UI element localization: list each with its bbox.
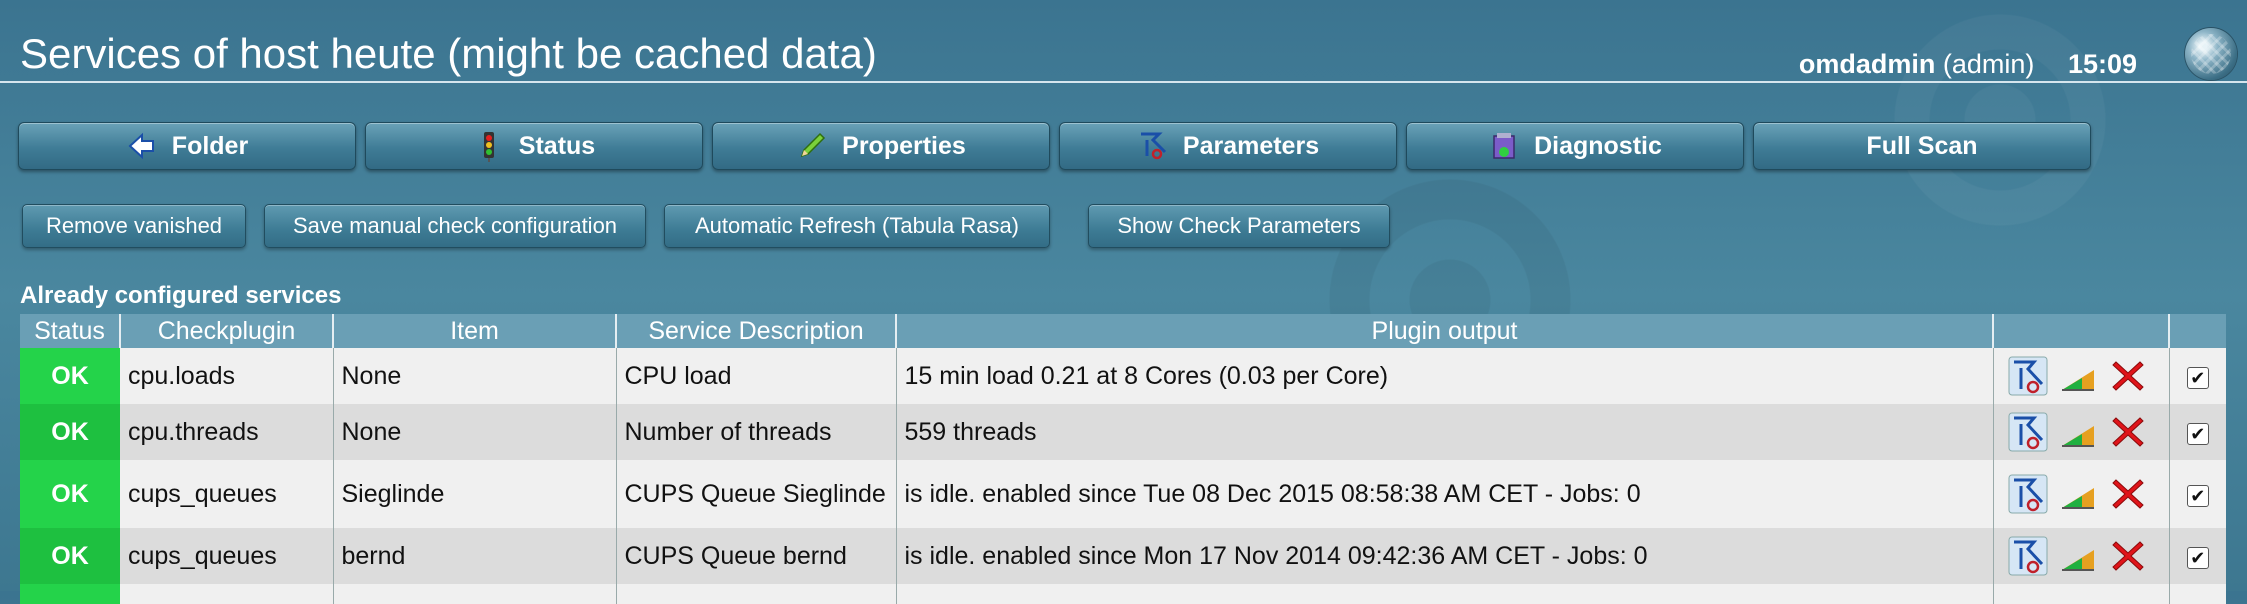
row-select-cell: ✔ [2169,528,2226,584]
delete-icon[interactable] [2108,356,2148,396]
item-cell: None [333,348,617,404]
table-header-row: Status Checkplugin Item Service Descript… [20,314,2226,348]
row-select-cell: ✔ [2169,348,2226,404]
section-title: Already configured services [20,282,342,309]
col-plugin-output[interactable]: Plugin output [896,314,1994,348]
table-row: OK cups_queues Sieglinde CUPS Queue Sieg… [20,460,2226,528]
folder-button-label: Folder [171,131,249,160]
description-cell: Number of threads [616,404,897,460]
header-divider [0,81,2247,83]
full-scan-button[interactable]: Full Scan [1753,122,2091,170]
rulesets-icon[interactable] [2008,356,2048,396]
col-actions [1993,314,2170,348]
delete-icon[interactable] [2108,536,2148,576]
user-role: (admin) [1942,49,2035,79]
col-status[interactable]: Status [20,314,121,348]
table-row: OK cpu.loads None CPU load 15 min load 0… [20,348,2226,404]
automatic-refresh-button[interactable]: Automatic Refresh (Tabula Rasa) [664,204,1050,248]
checkplugin-cell: cpu.loads [120,348,334,404]
row-checkbox[interactable]: ✔ [2186,546,2209,569]
back-arrow-icon [128,132,154,160]
row-select-cell: ✔ [2169,404,2226,460]
row-select-cell: ✔ [2169,460,2226,528]
diagnostic-button-label: Diagnostic [1534,131,1662,160]
save-manual-check-button[interactable]: Save manual check configuration [264,204,646,248]
perfometer-icon[interactable] [2058,536,2098,576]
status-cell: OK [20,404,120,460]
user-info: omdadmin (admin) 15:09 [1799,49,2137,80]
table-row: OK cpu.threads None Number of threads 55… [20,404,2226,460]
status-cell: OK [20,460,120,528]
plugin-output-cell: is idle. enabled since Tue 08 Dec 2015 0… [896,460,1994,528]
properties-button[interactable]: Properties [712,122,1050,170]
checkplugin-cell: cpu.threads [120,404,334,460]
table-row [20,584,2226,604]
pencil-icon [800,132,826,158]
page-header: Services of host heute (might be cached … [0,0,2247,83]
services-table: Status Checkplugin Item Service Descript… [20,314,2226,604]
status-cell: OK [20,528,120,584]
plugin-output-cell: 15 min load 0.21 at 8 Cores (0.03 per Co… [896,348,1994,404]
description-cell: CUPS Queue bernd [616,528,897,584]
page-title: Services of host heute (might be cached … [20,30,877,77]
parameters-button-label: Parameters [1182,131,1320,160]
item-cell: None [333,404,617,460]
status-button[interactable]: Status [365,122,703,170]
row-actions-cell [1993,528,2170,584]
row-checkbox[interactable]: ✔ [2186,422,2209,445]
item-cell: bernd [333,528,617,584]
show-check-parameters-button[interactable]: Show Check Parameters [1088,204,1390,248]
checkplugin-cell: cups_queues [120,528,334,584]
description-cell: CPU load [616,348,897,404]
item-cell: Sieglinde [333,460,617,528]
perfometer-icon[interactable] [2058,412,2098,452]
col-service-description[interactable]: Service Description [616,314,897,348]
globe-icon[interactable] [2185,28,2237,80]
rulesets-icon[interactable] [2008,536,2048,576]
full-scan-button-label: Full Scan [1866,131,1978,160]
delete-icon[interactable] [2108,474,2148,514]
remove-vanished-button[interactable]: Remove vanished [22,204,246,248]
checkplugin-cell: cups_queues [120,460,334,528]
col-checkplugin[interactable]: Checkplugin [120,314,334,348]
traffic-light-icon [483,132,494,162]
diagnose-icon [1493,133,1515,159]
parameters-button[interactable]: Parameters [1059,122,1397,170]
col-select [2169,314,2226,348]
table-row: OK cups_queues bernd CUPS Queue bernd is… [20,528,2226,584]
row-actions-cell [1993,460,2170,528]
status-button-label: Status [518,131,596,160]
col-item[interactable]: Item [333,314,617,348]
row-actions-cell [1993,404,2170,460]
clock: 15:09 [2067,49,2137,79]
rulesets-icon [1140,132,1166,160]
status-cell [20,584,120,604]
username[interactable]: omdadmin [1799,49,1936,79]
diagnostic-button[interactable]: Diagnostic [1406,122,1744,170]
row-actions-cell [1993,348,2170,404]
folder-button[interactable]: Folder [18,122,356,170]
perfometer-icon[interactable] [2058,474,2098,514]
row-checkbox[interactable]: ✔ [2186,366,2209,389]
plugin-output-cell: 559 threads [896,404,1994,460]
status-cell: OK [20,348,120,404]
row-checkbox[interactable]: ✔ [2186,484,2209,507]
delete-icon[interactable] [2108,412,2148,452]
rulesets-icon[interactable] [2008,474,2048,514]
properties-button-label: Properties [842,131,966,160]
perfometer-icon[interactable] [2058,356,2098,396]
rulesets-icon[interactable] [2008,412,2048,452]
plugin-output-cell: is idle. enabled since Mon 17 Nov 2014 0… [896,528,1994,584]
description-cell: CUPS Queue Sieglinde [616,460,897,528]
